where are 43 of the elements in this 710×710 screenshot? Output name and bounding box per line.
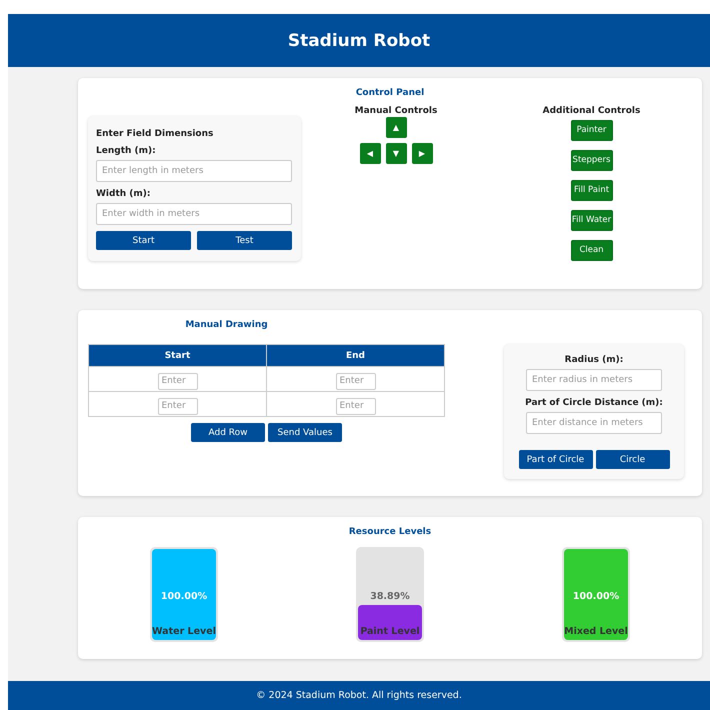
section-title: Manual Drawing xyxy=(185,320,268,330)
level-reading: 38.89% xyxy=(369,591,411,602)
group-title: Manual Controls xyxy=(354,106,438,116)
action-button[interactable]: Add Row xyxy=(191,423,265,442)
input-field[interactable]: Enter width in meters xyxy=(96,203,292,225)
control-button[interactable]: Painter xyxy=(570,120,612,141)
start-input[interactable]: Enter xyxy=(158,372,198,390)
level-reading: 100.00% xyxy=(160,591,208,602)
action-button[interactable]: Circle xyxy=(596,450,670,469)
action-button[interactable]: Test xyxy=(197,231,292,250)
field-label: Width (m): xyxy=(96,189,152,199)
copyright-text: © 2024 Stadium Robot. All rights reserved. xyxy=(256,690,462,701)
form-title: Enter Field Dimensions xyxy=(96,129,214,139)
section-title: Control Panel xyxy=(354,88,426,98)
control-button[interactable]: Clean xyxy=(570,240,612,261)
group-title: Additional Controls xyxy=(542,106,640,116)
up-button[interactable]: ▲ xyxy=(386,117,406,138)
column-header: End xyxy=(266,344,444,366)
input-field[interactable]: Enter radius in meters xyxy=(526,369,662,391)
level-reading: 100.00% xyxy=(572,591,620,602)
field-label: Part of Circle Distance (m): xyxy=(525,398,663,408)
right-button[interactable]: ▶ xyxy=(412,143,432,164)
column-header: Start xyxy=(88,344,266,366)
start-input[interactable]: Enter xyxy=(158,398,198,415)
page-title: Stadium Robot xyxy=(288,30,430,50)
end-input[interactable]: Enter xyxy=(336,398,376,415)
action-button[interactable]: Send Values xyxy=(268,423,342,442)
action-button[interactable]: Part of Circle xyxy=(518,450,592,469)
level-label: Paint Level xyxy=(359,626,421,637)
left-button[interactable]: ◀ xyxy=(360,143,380,164)
end-input[interactable]: Enter xyxy=(336,372,376,390)
level-label: Water Level xyxy=(151,626,217,637)
field-label: Length (m): xyxy=(96,146,157,156)
control-button[interactable]: Fill Water xyxy=(570,210,612,231)
input-field[interactable]: Enter length in meters xyxy=(96,160,292,182)
down-button[interactable]: ▼ xyxy=(386,143,406,164)
action-button[interactable]: Start xyxy=(96,231,191,250)
section-title: Resource Levels xyxy=(348,527,432,537)
control-button[interactable]: Steppers xyxy=(570,150,612,171)
field-label: Radius (m): xyxy=(564,355,624,365)
control-button[interactable]: Fill Paint xyxy=(570,180,612,201)
level-label: Mixed Level xyxy=(563,626,629,637)
input-field[interactable]: Enter distance in meters xyxy=(526,412,662,434)
